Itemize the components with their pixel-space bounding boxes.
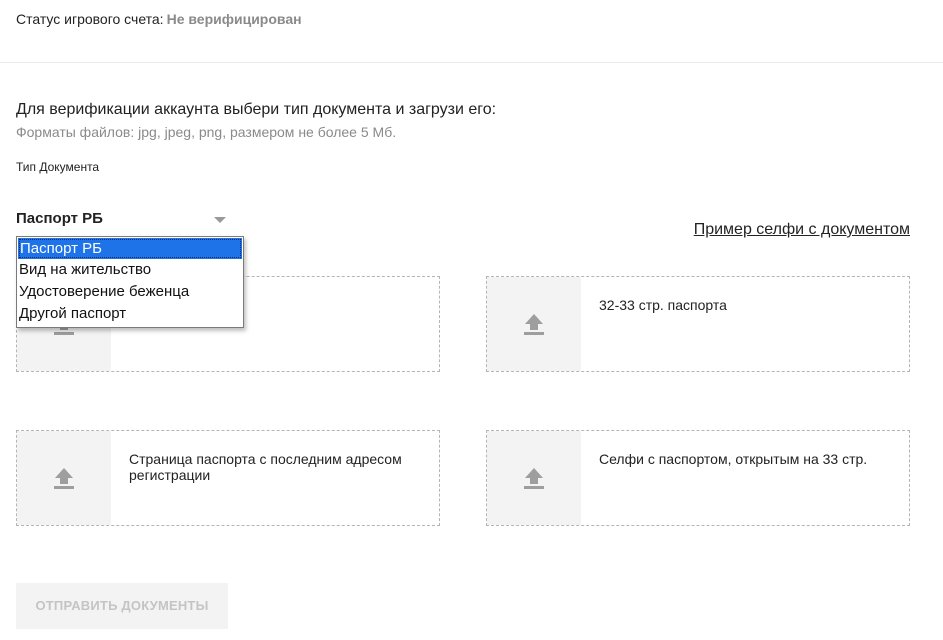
status-label: Статус игрового счета: — [16, 11, 164, 27]
upload-box-selfie[interactable]: Селфи с паспортом, открытым на 33 стр. — [486, 430, 910, 526]
upload-label: Страница паспорта с последним адресом ре… — [129, 451, 402, 483]
doc-type-dropdown-list: Паспорт РБ Вид на жительство Удостоверен… — [16, 236, 244, 328]
upload-icon-area — [17, 431, 111, 525]
submit-documents-button[interactable]: ОТПРАВИТЬ ДОКУМЕНТЫ — [16, 583, 228, 629]
upload-box-passport-pages[interactable]: 32-33 стр. паспорта — [486, 276, 910, 372]
upload-icon — [54, 468, 74, 489]
dropdown-option-refugee-certificate[interactable]: Удостоверение беженца — [17, 281, 243, 303]
doc-type-selected-value: Паспорт РБ — [16, 210, 103, 227]
upload-label: 32-33 стр. паспорта — [599, 297, 727, 313]
dropdown-option-residence-permit[interactable]: Вид на жительство — [17, 259, 243, 281]
upload-icon — [524, 314, 544, 335]
chevron-down-icon — [214, 217, 226, 223]
dropdown-option-other-passport[interactable]: Другой паспорт — [17, 303, 243, 325]
upload-box-registration-page[interactable]: Страница паспорта с последним адресом ре… — [16, 430, 440, 526]
intro-title: Для верификации аккаунта выбери тип доку… — [16, 101, 497, 118]
upload-icon-area — [487, 277, 581, 371]
account-status: Статус игрового счета: Не верифицирован — [16, 11, 302, 27]
status-value: Не верифицирован — [166, 11, 302, 27]
divider — [0, 62, 943, 63]
dropdown-option-passport-rb[interactable]: Паспорт РБ — [18, 238, 242, 259]
file-formats-note: Форматы файлов: jpg, jpeg, png, размером… — [16, 124, 397, 140]
upload-label: Селфи с паспортом, открытым на 33 стр. — [599, 451, 868, 467]
doc-type-select[interactable]: Паспорт РБ — [16, 210, 228, 234]
doc-type-label: Тип Документа — [16, 160, 100, 174]
upload-icon-area — [487, 431, 581, 525]
selfie-example-link[interactable]: Пример селфи с документом — [694, 221, 910, 239]
upload-icon — [524, 468, 544, 489]
